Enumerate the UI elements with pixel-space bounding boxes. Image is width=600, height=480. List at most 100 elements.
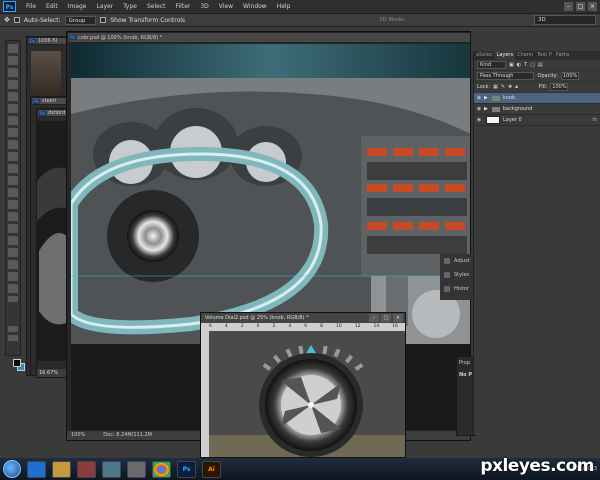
transform-controls-checkbox[interactable] [100,17,107,23]
menu-select[interactable]: Select [142,3,171,10]
file-explorer-icon[interactable] [52,460,71,478]
filter-shape-icon[interactable]: ▢ [530,62,535,68]
tab-text[interactable]: Text P [535,51,554,60]
network-icon[interactable] [102,460,121,478]
photoshop-taskbar-icon[interactable]: Ps [177,460,196,478]
layer-row-knob[interactable]: ◉ ▶ knob [474,93,600,104]
expand-arrow-icon[interactable]: ▶ [484,95,488,101]
menu-3d[interactable]: 3D [195,3,213,10]
illustrator-taskbar-icon[interactable]: Ai [202,460,221,478]
maximize-icon[interactable]: □ [381,314,391,322]
opacity-input[interactable]: 100% [560,72,579,80]
path-select-tool[interactable] [8,236,18,245]
ie-browser-icon[interactable] [27,460,46,478]
main-zoom-readout[interactable]: 100% [71,431,85,440]
menu-file[interactable]: File [21,3,41,10]
menu-image[interactable]: Image [63,3,92,10]
screen-mode-button[interactable] [8,335,18,341]
history-panel-button[interactable]: Histor [440,282,474,296]
quick-mask-button[interactable] [8,326,18,332]
horizontal-ruler: 642024681012141618 [201,323,405,331]
menu-filter[interactable]: Filter [171,3,196,10]
auto-select-dropdown[interactable]: Group [64,15,97,25]
menu-layer[interactable]: Layer [91,3,118,10]
lock-all-icon[interactable]: 🔒︎ [515,84,518,90]
float-window-title[interactable]: Volume Dial2.psd @ 25% (knob, RGB/8) * –… [201,313,405,323]
close-icon[interactable]: × [588,2,597,11]
hand-tool[interactable] [8,272,18,281]
lock-transparency-icon[interactable]: ▦ [493,84,498,90]
zoom-tool[interactable] [8,284,18,293]
pxleyes-watermark: pxleyes.com [480,456,594,476]
tab-selection[interactable]: aSelec [474,51,495,60]
blur-tool[interactable] [8,188,18,197]
clone-stamp-tool[interactable] [8,140,18,149]
layer-row-layer0[interactable]: ◉ Layer 0 fx [474,115,600,126]
lock-position-icon[interactable]: ✥ [508,84,512,90]
floating-document-window[interactable]: Volume Dial2.psd @ 25% (knob, RGB/8) * –… [200,312,406,458]
expand-arrow-icon[interactable]: ▶ [484,106,488,112]
dodge-tool[interactable] [8,200,18,209]
background-document-window-3[interactable]: Ps dshbrd 16.67% [36,108,71,378]
color-swatches[interactable] [13,359,25,373]
filter-type-icon[interactable]: T [524,62,527,68]
visibility-eye-icon[interactable]: ◉ [474,95,484,101]
maximize-icon[interactable]: □ [576,2,585,11]
generic-app-icon[interactable] [127,460,146,478]
adjustments-panel-button[interactable]: Adjust [440,254,474,268]
crop-tool[interactable] [8,92,18,101]
chrome-icon[interactable] [152,460,171,478]
menu-view[interactable]: View [214,3,238,10]
foreground-color-swatch[interactable] [13,359,21,367]
brush-tool[interactable] [8,128,18,137]
layer-row-background[interactable]: ◉ ▶ background [474,104,600,115]
type-tool[interactable] [8,224,18,233]
styles-panel-button[interactable]: Styles [440,268,474,282]
document-size-info[interactable]: Doc: 8.24M/111.2M [103,431,152,440]
move-tool[interactable] [8,44,18,53]
menu-help[interactable]: Help [272,3,296,10]
filter-smart-icon[interactable]: ▤ [538,62,543,68]
workspace-dropdown[interactable]: 3D [534,15,596,25]
visibility-eye-icon[interactable]: ◉ [474,117,484,123]
pen-tool[interactable] [8,212,18,221]
marquee-tool[interactable] [8,56,18,65]
eraser-tool[interactable] [8,164,18,173]
menu-edit[interactable]: Edit [41,3,63,10]
visibility-eye-icon[interactable]: ◉ [474,106,484,112]
healing-tool[interactable] [8,116,18,125]
3d-tool[interactable] [8,260,18,269]
fill-input[interactable]: 100% [550,83,569,91]
gradient-tool[interactable] [8,176,18,185]
media-player-icon[interactable] [77,460,96,478]
move-tool-icon[interactable]: ✥ [4,16,10,24]
filter-pixel-icon[interactable]: ▣ [509,62,514,68]
filter-kind-dropdown[interactable]: Kind [477,61,507,69]
minimize-icon[interactable]: – [369,314,379,322]
filter-adjust-icon[interactable]: ◐ [517,62,521,68]
tab-channels[interactable]: Chann [515,51,535,60]
extra-tool[interactable] [8,296,18,302]
layer-effects-icon[interactable]: fx [592,117,597,123]
auto-select-checkbox[interactable] [13,17,20,23]
blend-mode-dropdown[interactable]: Pass Through [477,72,535,80]
menu-window[interactable]: Window [238,3,272,10]
lasso-tool[interactable] [8,68,18,77]
quick-select-tool[interactable] [8,80,18,89]
3d-mode-label: 3D Mode: [379,17,406,23]
lock-pixels-icon[interactable]: ✎ [501,84,505,90]
history-brush-tool[interactable] [8,152,18,161]
folder-icon [491,106,500,112]
tab-paths[interactable]: Paths [554,51,572,60]
options-bar: ✥ Auto-Select: Group Show Transform Cont… [0,14,600,27]
document-tab-steeri[interactable]: Ps steeri [31,97,71,105]
document-tab-cobr[interactable]: Ps cobr.psd @ 100% (knob, RGB/8) * [67,32,470,43]
eyedropper-tool[interactable] [8,104,18,113]
minimize-icon[interactable]: – [564,2,573,11]
menu-type[interactable]: Type [118,3,142,10]
shape-tool[interactable] [8,248,18,257]
start-button-icon[interactable] [3,460,21,478]
collapsed-panels: Adjust Styles Histor [440,254,474,300]
close-icon[interactable]: × [393,314,403,322]
tab-layers[interactable]: Layers [494,51,516,60]
